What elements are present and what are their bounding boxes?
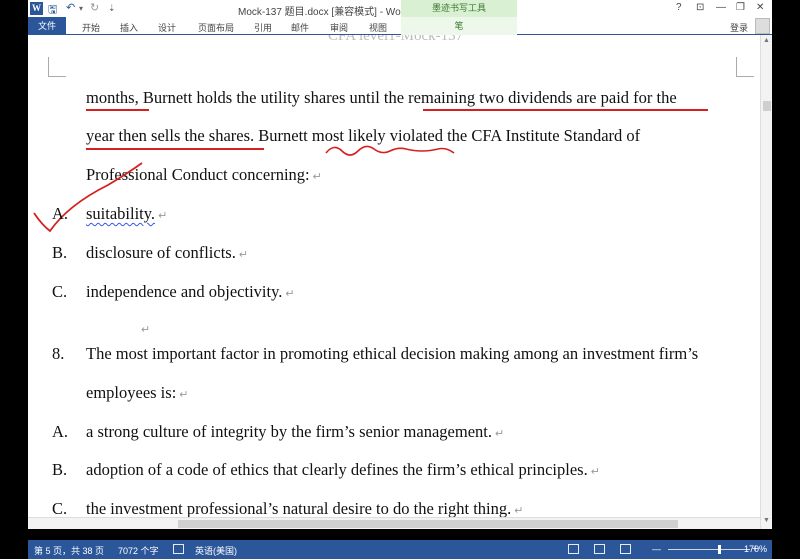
tab-design[interactable]: 设计 xyxy=(158,21,176,34)
option-letter: C. xyxy=(52,499,68,518)
restore-button[interactable]: ❐ xyxy=(736,2,745,13)
vertical-scrollbar[interactable]: ▲ ▼ xyxy=(760,35,772,529)
undo-dropdown-icon[interactable]: ▾ xyxy=(79,4,83,13)
zoom-slider[interactable] xyxy=(668,549,750,550)
customize-qat-icon[interactable]: ⇣ xyxy=(108,3,116,14)
option-letter: A. xyxy=(52,422,69,441)
empty-paragraph: ↵ xyxy=(141,324,151,336)
undo-icon[interactable]: ↶ xyxy=(66,1,75,14)
option-letter: C. xyxy=(52,282,68,301)
hscroll-thumb[interactable] xyxy=(178,520,678,528)
language[interactable]: 英语(美国) xyxy=(195,544,237,557)
ink-wavy-underline-most-likely xyxy=(325,145,455,156)
web-layout-icon[interactable] xyxy=(620,544,631,554)
status-bar: 第 5 页，共 38 页 7072 个字 英语(美国) — + xyxy=(28,540,772,559)
q8-line-2: employees is: ↵ xyxy=(86,383,189,402)
redo-icon[interactable]: ↻ xyxy=(90,1,99,14)
read-mode-icon[interactable] xyxy=(568,544,579,554)
q7-option-c: independence and objectivity. ↵ xyxy=(86,282,295,301)
zoom-slider-thumb[interactable] xyxy=(718,545,721,554)
option-letter: B. xyxy=(52,460,68,479)
ink-annotations xyxy=(33,145,455,233)
title-bar: W 🖫 ↶ ▾ ↻ ⇣ Mock-137 题目.docx [兼容模式] - Wo… xyxy=(28,0,772,18)
q8-option-c: the investment professional’s natural de… xyxy=(86,499,524,518)
page-count[interactable]: 第 5 页，共 38 页 xyxy=(34,544,104,557)
tab-view[interactable]: 视图 xyxy=(369,21,387,34)
help-button[interactable]: ? xyxy=(676,2,682,13)
option-letter: B. xyxy=(52,243,68,262)
q8-option-a: a strong culture of integrity by the fir… xyxy=(86,422,505,441)
document-title: Mock-137 题目.docx [兼容模式] - Word xyxy=(238,7,410,18)
tab-file[interactable]: 文件 xyxy=(28,17,66,35)
tab-insert[interactable]: 插入 xyxy=(120,21,138,34)
zoom-out-button[interactable]: — xyxy=(652,544,661,554)
q8-line-1: The most important factor in promoting e… xyxy=(86,344,699,363)
proofing-icon[interactable] xyxy=(173,544,184,554)
ribbon-tabs: 文件 开始 插入 设计 页面布局 引用 邮件 审阅 视图 笔 登录 xyxy=(28,17,772,35)
scroll-thumb[interactable] xyxy=(763,101,771,111)
tab-review[interactable]: 审阅 xyxy=(330,21,348,34)
word-count[interactable]: 7072 个字 xyxy=(118,544,159,557)
close-button[interactable]: ✕ xyxy=(756,2,764,13)
tab-mailings[interactable]: 邮件 xyxy=(291,21,309,34)
print-layout-icon[interactable] xyxy=(594,544,605,554)
q7-option-b: disclosure of conflicts. ↵ xyxy=(86,243,249,262)
ribbon-display-options-button[interactable]: ⊡ xyxy=(696,2,704,13)
option-letter: A. xyxy=(52,204,69,223)
scroll-up-icon[interactable]: ▲ xyxy=(763,37,770,44)
document-area[interactable]: CFA level1-Mock-137 months, Burnett hold… xyxy=(28,35,772,529)
avatar[interactable] xyxy=(755,18,770,34)
q8-option-b: adoption of a code of ethics that clearl… xyxy=(86,460,600,479)
q7-option-a: suitability. ↵ xyxy=(86,204,168,223)
sign-in-link[interactable]: 登录 xyxy=(730,21,748,34)
word-app-icon[interactable]: W xyxy=(30,2,43,15)
horizontal-scrollbar[interactable] xyxy=(28,517,760,529)
scroll-down-icon[interactable]: ▼ xyxy=(763,517,770,524)
ink-tools-context-tab: 墨迹书写工具 xyxy=(401,0,517,17)
tab-home[interactable]: 开始 xyxy=(82,21,100,34)
question-number: 8. xyxy=(52,344,65,363)
tab-references[interactable]: 引用 xyxy=(254,21,272,34)
tab-pen[interactable]: 笔 xyxy=(401,17,517,35)
tab-page-layout[interactable]: 页面布局 xyxy=(198,21,234,34)
zoom-level[interactable]: 170% xyxy=(744,544,767,554)
minimize-button[interactable]: — xyxy=(716,2,726,13)
